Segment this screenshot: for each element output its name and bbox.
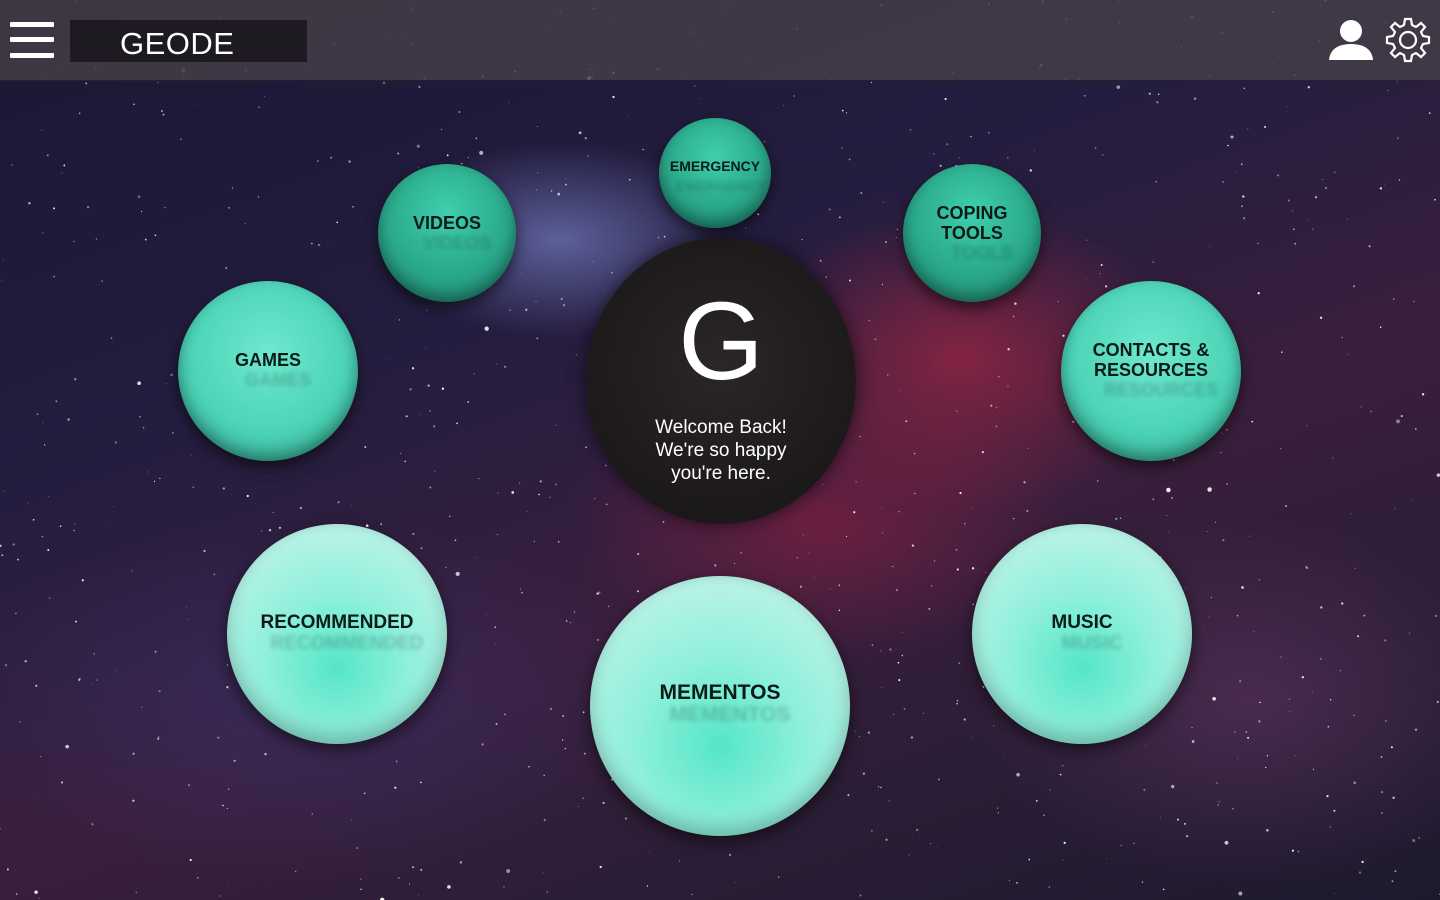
welcome-message: Welcome Back! We're so happy you're here…: [586, 416, 856, 485]
videos-label-reflection: VIDEOS: [422, 233, 492, 253]
coping-tools-label-line-2: TOOLS: [941, 223, 1003, 243]
app-title-box: GEODE: [70, 20, 307, 62]
emergency-button[interactable]: EMERGENCY EMERGENCY: [659, 118, 771, 228]
welcome-center-circle: G Welcome Back! We're so happy you're he…: [586, 238, 856, 524]
app-title: GEODE: [120, 26, 235, 61]
welcome-line-3: you're here.: [671, 463, 771, 484]
user-profile-icon[interactable]: [1326, 18, 1376, 62]
mementos-label-reflection: MEMENTOS: [669, 703, 791, 726]
coping-tools-button[interactable]: COPING TOOLS TOOLS: [903, 164, 1041, 302]
contacts-label-line-2: RESOURCES: [1093, 360, 1209, 380]
mementos-label: MEMENTOS: [659, 681, 781, 704]
welcome-line-2: We're so happy: [655, 440, 787, 461]
coping-tools-label-reflection: TOOLS: [951, 243, 1013, 263]
hamburger-menu-icon[interactable]: [8, 20, 56, 60]
welcome-line-1: Welcome Back!: [655, 417, 787, 438]
contacts-label-reflection: RESOURCES: [1103, 380, 1219, 400]
videos-label: VIDEOS: [412, 213, 482, 233]
contacts-resources-button[interactable]: CONTACTS & RESOURCES RESOURCES: [1061, 281, 1241, 461]
games-label: GAMES: [234, 350, 301, 370]
music-label-reflection: MUSIC: [1061, 633, 1123, 654]
recommended-button[interactable]: RECOMMENDED RECOMMENDED: [227, 524, 447, 744]
games-button[interactable]: GAMES GAMES: [178, 281, 358, 461]
coping-tools-label-line-1: COPING: [936, 203, 1008, 223]
emergency-label-reflection: EMERGENCY: [675, 178, 767, 194]
top-bar: GEODE: [0, 0, 1440, 81]
recommended-label: RECOMMENDED: [260, 612, 414, 633]
gear-icon[interactable]: [1384, 16, 1432, 64]
contacts-label-line-1: CONTACTS &: [1092, 340, 1210, 360]
music-label: MUSIC: [1051, 612, 1113, 633]
videos-button[interactable]: VIDEOS VIDEOS: [378, 164, 516, 302]
emergency-label: EMERGENCY: [669, 158, 761, 174]
mementos-button[interactable]: MEMENTOS MEMENTOS: [590, 576, 850, 836]
music-button[interactable]: MUSIC MUSIC: [972, 524, 1192, 744]
logo-letter: G: [678, 280, 764, 403]
recommended-label-reflection: RECOMMENDED: [270, 633, 424, 654]
games-label-reflection: GAMES: [244, 370, 311, 390]
